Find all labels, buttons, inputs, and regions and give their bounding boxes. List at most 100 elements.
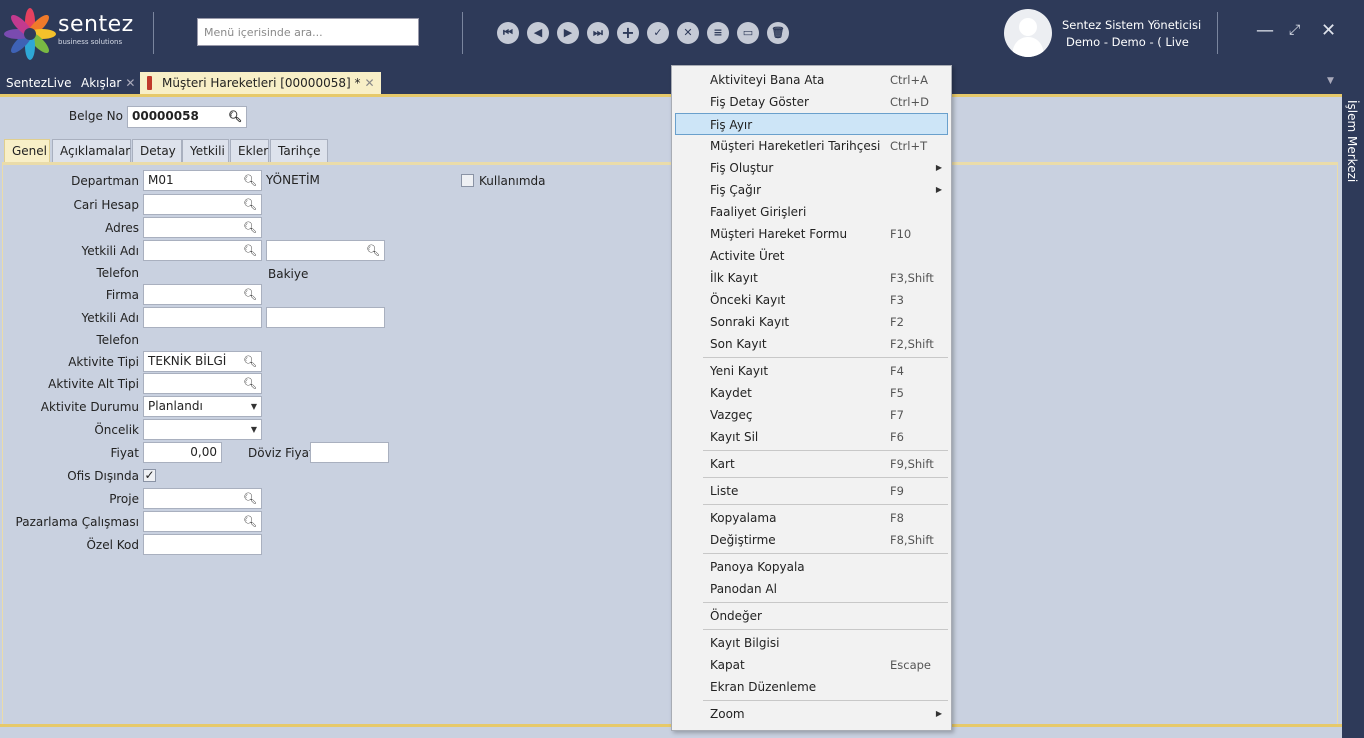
menu-item-ekran-düzenleme[interactable]: Ekran Düzenleme <box>675 676 948 698</box>
proje-field[interactable]: 🔍︎ <box>143 488 262 509</box>
yetkili-adi-field[interactable]: 🔍︎ <box>143 240 262 261</box>
menu-search-input[interactable] <box>198 19 418 45</box>
oncelik-select[interactable]: ▼ <box>143 419 262 440</box>
menu-item-müşteri-hareket-formu[interactable]: Müşteri Hareket Formu F10 <box>675 223 948 245</box>
menu-item-fiş-oluştur[interactable]: Fiş Oluştur ▶ <box>675 157 948 179</box>
menu-item-müşteri-hareketleri-tarihçesi[interactable]: Müşteri Hareketleri Tarihçesi Ctrl+T <box>675 135 948 157</box>
aktivite-alt-tipi-field[interactable]: 🔍︎ <box>143 373 262 394</box>
ozel-kod-field[interactable] <box>143 534 262 555</box>
restore-icon[interactable]: ⤢ <box>1289 22 1300 38</box>
menu-search-box[interactable] <box>197 18 419 46</box>
firma-field[interactable]: 🔍︎ <box>143 284 262 305</box>
submenu-arrow-icon: ▶ <box>935 709 942 718</box>
menu-item-faaliyet-girişleri[interactable]: Faaliyet Girişleri <box>675 201 948 223</box>
first-record-icon[interactable]: ⏮ <box>497 22 519 44</box>
menu-item-shortcut: Ctrl+D <box>890 95 929 109</box>
menu-item-kayıt-sil[interactable]: Kayıt Sil F6 <box>675 426 948 448</box>
tab-close-icon[interactable]: ✕ <box>125 76 135 90</box>
islem-merkezi-tab[interactable]: İşlem Merkezi <box>1345 100 1359 182</box>
trash-icon[interactable]: 🗑 <box>767 22 789 44</box>
menu-item-activite-üret[interactable]: Activite Üret <box>675 245 948 267</box>
ofis-disinda-checkbox[interactable]: ✓ <box>143 469 156 482</box>
menu-item-panoya-kopyala[interactable]: Panoya Kopyala <box>675 556 948 578</box>
menu-item-label: Fiş Detay Göster <box>710 95 809 109</box>
search-icon[interactable]: 🔍︎ <box>243 489 257 508</box>
adres-field[interactable]: 🔍︎ <box>143 217 262 238</box>
next-record-icon[interactable]: ▶ <box>557 22 579 44</box>
list-icon[interactable]: ≡ <box>707 22 729 44</box>
tab-detay[interactable]: Detay <box>132 139 182 162</box>
yetkili-adi-secondary-field[interactable]: 🔍︎ <box>266 240 385 261</box>
yetkili-adi-2-secondary-field[interactable] <box>266 307 385 328</box>
menu-item-vazgeç[interactable]: Vazgeç F7 <box>675 404 948 426</box>
card-icon[interactable]: ▭ <box>737 22 759 44</box>
tab-sentezlive[interactable]: SentezLive <box>0 72 78 94</box>
tab-aciklamalar[interactable]: Açıklamalar <box>52 139 131 162</box>
chevron-down-icon[interactable]: ▼ <box>251 397 257 416</box>
add-icon[interactable]: + <box>617 22 639 44</box>
menu-item-liste[interactable]: Liste F9 <box>675 480 948 502</box>
brand-name: sentez <box>58 12 134 37</box>
menu-separator <box>703 629 948 630</box>
menu-item-sonraki-kayıt[interactable]: Sonraki Kayıt F2 <box>675 311 948 333</box>
pazarlama-calismasi-field[interactable]: 🔍︎ <box>143 511 262 532</box>
aktivite-tipi-field[interactable]: TEKNİK BİLGİ 🔍︎ <box>143 351 262 372</box>
menu-item-panodan-al[interactable]: Panodan Al <box>675 578 948 600</box>
user-avatar[interactable] <box>1004 9 1052 57</box>
tab-musteri-hareketleri[interactable]: Müşteri Hareketleri [00000058] * ✕ <box>140 72 381 94</box>
menu-item-yeni-kayıt[interactable]: Yeni Kayıt F4 <box>675 360 948 382</box>
search-icon[interactable]: 🔍︎ <box>243 374 257 393</box>
right-sidebar <box>1342 94 1364 738</box>
yetkili-adi-2-field[interactable] <box>143 307 262 328</box>
search-icon[interactable]: 🔍︎ <box>243 241 257 260</box>
search-icon[interactable]: 🔍︎ <box>243 218 257 237</box>
departman-field[interactable]: M01 🔍︎ <box>143 170 262 191</box>
previous-record-icon[interactable]: ◀ <box>527 22 549 44</box>
menu-separator <box>703 553 948 554</box>
cancel-icon[interactable]: ✕ <box>677 22 699 44</box>
menu-item-fiş-detay-göster[interactable]: Fiş Detay Göster Ctrl+D <box>675 91 948 113</box>
menu-item-zoom[interactable]: Zoom ▶ <box>675 703 948 725</box>
menu-item-aktiviteyi-bana-ata[interactable]: Aktiviteyi Bana Ata Ctrl+A <box>675 69 948 91</box>
search-icon[interactable]: 🔍︎ <box>243 512 257 531</box>
minimize-icon[interactable]: — <box>1256 20 1274 41</box>
menu-item-label: Kayıt Bilgisi <box>710 636 780 650</box>
chevron-down-icon[interactable]: ▼ <box>251 420 257 439</box>
menu-item-önceki-kayıt[interactable]: Önceki Kayıt F3 <box>675 289 948 311</box>
menu-item-label: Yeni Kayıt <box>710 364 769 378</box>
tab-akislar[interactable]: Akışlar ✕ <box>75 72 141 94</box>
menu-item-son-kayıt[interactable]: Son Kayıt F2,Shift <box>675 333 948 355</box>
menu-item-i-lk-kayıt[interactable]: İlk Kayıt F3,Shift <box>675 267 948 289</box>
doviz-fiyat-field[interactable] <box>310 442 389 463</box>
kullanimda-checkbox[interactable] <box>461 174 474 187</box>
check-icon[interactable]: ✓ <box>647 22 669 44</box>
tab-genel[interactable]: Genel <box>4 139 50 162</box>
search-icon[interactable]: 🔍︎ <box>243 285 257 304</box>
menu-item-label: Fiş Oluştur <box>710 161 774 175</box>
last-record-icon[interactable]: ⏭ <box>587 22 609 44</box>
aktivite-durumu-select[interactable]: Planlandı ▼ <box>143 396 262 417</box>
search-icon[interactable]: 🔍︎ <box>243 195 257 214</box>
fiyat-field[interactable]: 0,00 <box>143 442 222 463</box>
tab-close-icon[interactable]: ✕ <box>364 76 374 90</box>
search-icon[interactable]: 🔍︎ <box>243 171 257 190</box>
cari-hesap-field[interactable]: 🔍︎ <box>143 194 262 215</box>
menu-item-kaydet[interactable]: Kaydet F5 <box>675 382 948 404</box>
menu-item-kapat[interactable]: Kapat Escape <box>675 654 948 676</box>
tab-tarihce[interactable]: Tarihçe <box>270 139 328 162</box>
tab-yetkili[interactable]: Yetkili <box>182 139 229 162</box>
menu-item-öndeğer[interactable]: Öndeğer <box>675 605 948 627</box>
menu-item-değiştirme[interactable]: Değiştirme F8,Shift <box>675 529 948 551</box>
close-icon[interactable]: ✕ <box>1321 20 1336 41</box>
search-icon[interactable]: 🔍︎ <box>243 352 257 371</box>
search-icon[interactable]: 🔍︎ <box>228 107 242 126</box>
tab-list-dropdown-icon[interactable]: ▼ <box>1327 76 1334 86</box>
menu-item-fiş-ayır[interactable]: Fiş Ayır <box>675 113 948 135</box>
tab-ekler[interactable]: Ekler <box>230 139 269 162</box>
menu-item-kart[interactable]: Kart F9,Shift <box>675 453 948 475</box>
belge-no-field[interactable]: 00000058 🔍︎ <box>127 106 247 128</box>
menu-item-fiş-çağır[interactable]: Fiş Çağır ▶ <box>675 179 948 201</box>
menu-item-kopyalama[interactable]: Kopyalama F8 <box>675 507 948 529</box>
search-icon[interactable]: 🔍︎ <box>366 241 380 260</box>
menu-item-kayıt-bilgisi[interactable]: Kayıt Bilgisi <box>675 632 948 654</box>
